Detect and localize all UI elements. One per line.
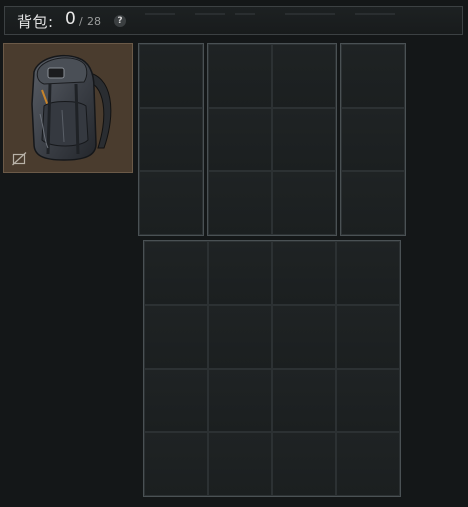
grid-cell[interactable] <box>272 304 336 369</box>
storage-grid-4 <box>143 240 401 497</box>
header-decoration <box>145 13 395 15</box>
storage-grid-1 <box>138 43 204 236</box>
grid-cell[interactable] <box>272 432 336 496</box>
backpack-label: 背包: <box>17 13 54 31</box>
storage-grid-3 <box>340 43 406 236</box>
grid-cell[interactable] <box>336 241 400 305</box>
grid-cell[interactable] <box>208 304 272 369</box>
grid-cell[interactable] <box>272 368 336 433</box>
help-icon[interactable]: ? <box>114 15 126 27</box>
grid-cell[interactable] <box>208 368 272 433</box>
grid-cell[interactable] <box>336 304 400 369</box>
backpack-equipment-slot[interactable] <box>3 43 133 173</box>
no-drop-icon <box>12 152 27 166</box>
grid-cell[interactable] <box>341 171 405 235</box>
grid-cell[interactable] <box>144 304 208 369</box>
grid-cell[interactable] <box>272 171 336 235</box>
backpack-capacity: 28 <box>87 15 101 28</box>
grid-cell[interactable] <box>144 368 208 433</box>
grid-cell[interactable] <box>336 368 400 433</box>
grid-cell[interactable] <box>272 44 336 108</box>
backpack-header: 背包: 0 / 28 ? <box>4 6 463 35</box>
backpack-current-count: 0 <box>65 9 76 29</box>
grid-cell[interactable] <box>139 171 203 235</box>
backpack-count-separator: / <box>79 15 83 28</box>
grid-cell[interactable] <box>341 44 405 108</box>
grid-cell[interactable] <box>208 171 272 235</box>
grid-cell[interactable] <box>144 241 208 305</box>
grid-cell[interactable] <box>208 432 272 496</box>
grid-cell[interactable] <box>208 44 272 108</box>
grid-cell[interactable] <box>144 432 208 496</box>
grid-cell[interactable] <box>208 241 272 305</box>
grid-cell[interactable] <box>139 107 203 172</box>
grid-cell[interactable] <box>341 107 405 172</box>
grid-cell[interactable] <box>272 241 336 305</box>
grid-cell[interactable] <box>139 44 203 108</box>
storage-grid-2 <box>207 43 337 236</box>
grid-cell[interactable] <box>272 107 336 172</box>
grid-cell[interactable] <box>208 107 272 172</box>
grid-cell[interactable] <box>336 432 400 496</box>
